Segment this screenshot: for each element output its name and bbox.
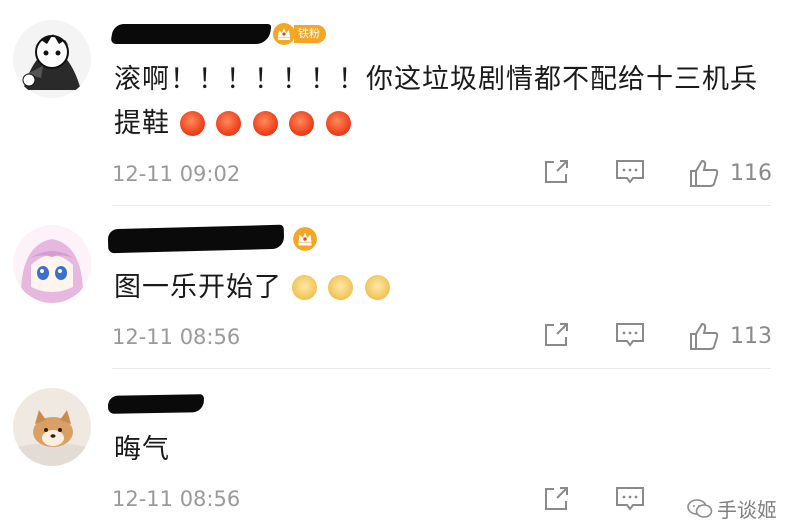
watermark-text: 手谈姬 (717, 498, 777, 522)
share-icon (545, 323, 568, 346)
comment-text-tail: 提鞋 (114, 108, 170, 139)
share-button[interactable] (541, 320, 571, 350)
comment-icon (616, 487, 644, 511)
angry-face-icon (289, 111, 315, 136)
avatar[interactable] (13, 20, 91, 98)
angry-face-icon (325, 111, 351, 136)
avatar[interactable] (13, 225, 91, 303)
angry-face-icon (216, 111, 242, 136)
reply-button[interactable] (614, 484, 646, 514)
like-count: 113 (730, 323, 772, 349)
like-count: 116 (730, 160, 772, 186)
redacted-username (107, 394, 205, 414)
like-button[interactable]: 116 (688, 157, 772, 189)
reply-button[interactable] (614, 157, 646, 187)
avatar[interactable] (13, 388, 91, 466)
comment-text: 滚啊！！！！！！！你这垃圾剧情都不配给十三机兵 提鞋 (114, 58, 774, 146)
comment-text: 晦气 (114, 434, 170, 465)
like-button[interactable]: 113 (688, 320, 772, 352)
redacted-username (110, 24, 272, 44)
fan-badge[interactable]: 铁粉 (272, 22, 326, 46)
comment-timestamp: 12-11 08:56 (112, 487, 241, 511)
thumbs-up-icon (690, 159, 719, 187)
doge-face-icon (328, 275, 354, 300)
comment-feed: 铁粉 滚啊！！！！！！！你这垃圾剧情都不配给十三机兵 提鞋 12-11 09:0… (0, 0, 791, 531)
share-button[interactable] (541, 484, 571, 514)
comment-timestamp: 12-11 08:56 (112, 325, 241, 349)
crown-icon (273, 23, 295, 45)
comment-text: 图一乐开始了 (114, 266, 774, 310)
share-icon (545, 160, 568, 183)
comment-text-line: 图一乐开始了 (114, 272, 282, 303)
comment-timestamp: 12-11 09:02 (112, 162, 241, 186)
divider (112, 205, 771, 206)
comment-icon (616, 160, 644, 184)
comment-icon (616, 323, 644, 347)
doge-face-icon (291, 275, 317, 300)
reply-button[interactable] (614, 320, 646, 350)
share-icon (545, 487, 568, 510)
thumbs-up-icon (690, 322, 719, 350)
divider (112, 368, 771, 369)
watermark: 手谈姬 (687, 494, 777, 523)
doge-face-icon (364, 275, 390, 300)
share-button[interactable] (541, 157, 571, 187)
angry-face-icon (252, 111, 278, 136)
redacted-username (107, 224, 285, 254)
comment-text-line-2: 提鞋 (114, 102, 774, 146)
wechat-icon (687, 498, 713, 518)
crown-icon (293, 227, 317, 251)
comment-text-line: 滚啊！！！！！！！你这垃圾剧情都不配给十三机兵 (114, 64, 758, 95)
angry-face-icon (179, 111, 205, 136)
badge-label: 铁粉 (294, 25, 326, 43)
